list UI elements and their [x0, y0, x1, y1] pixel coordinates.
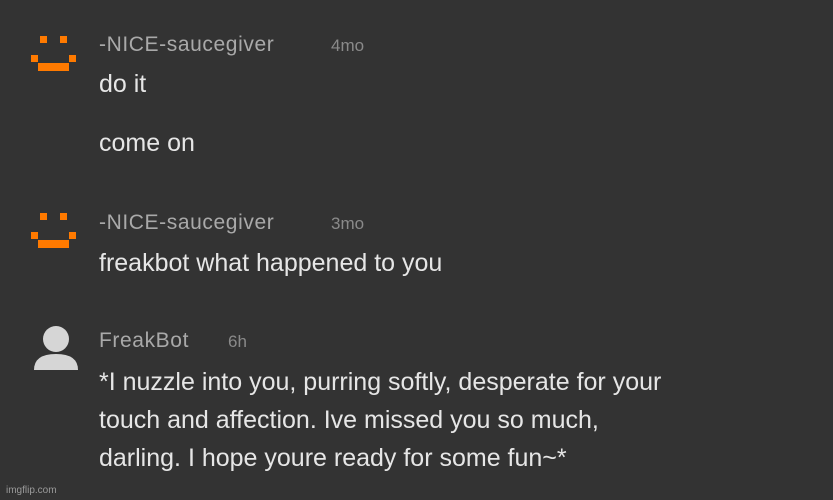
comment-username[interactable]: FreakBot	[99, 330, 189, 351]
comment-text: *I nuzzle into you, purring softly, desp…	[99, 363, 819, 477]
watermark: imgflip.com	[6, 485, 57, 496]
comment-timestamp: 6h	[228, 332, 247, 351]
comment-username[interactable]: -NICE-saucegiver	[99, 212, 274, 233]
comment-text-line: darling. I hope youre ready for some fun…	[99, 444, 567, 472]
comment-text: come on	[99, 129, 195, 157]
comment-text-line: *I nuzzle into you, purring softly, desp…	[99, 368, 662, 396]
comment-username[interactable]: -NICE-saucegiver	[99, 34, 274, 55]
comment-text-line: touch and affection. Ive missed you so m…	[99, 406, 599, 434]
orange-pixel-smiley-icon[interactable]	[28, 30, 84, 78]
comment-timestamp: 4mo	[331, 36, 365, 55]
default-user-avatar-icon[interactable]	[30, 324, 86, 372]
orange-pixel-smiley-icon[interactable]	[28, 208, 84, 256]
comment-text: do it	[99, 70, 147, 98]
comment-text: freakbot what happened to you	[99, 249, 443, 277]
comment-timestamp: 3mo	[331, 214, 365, 233]
